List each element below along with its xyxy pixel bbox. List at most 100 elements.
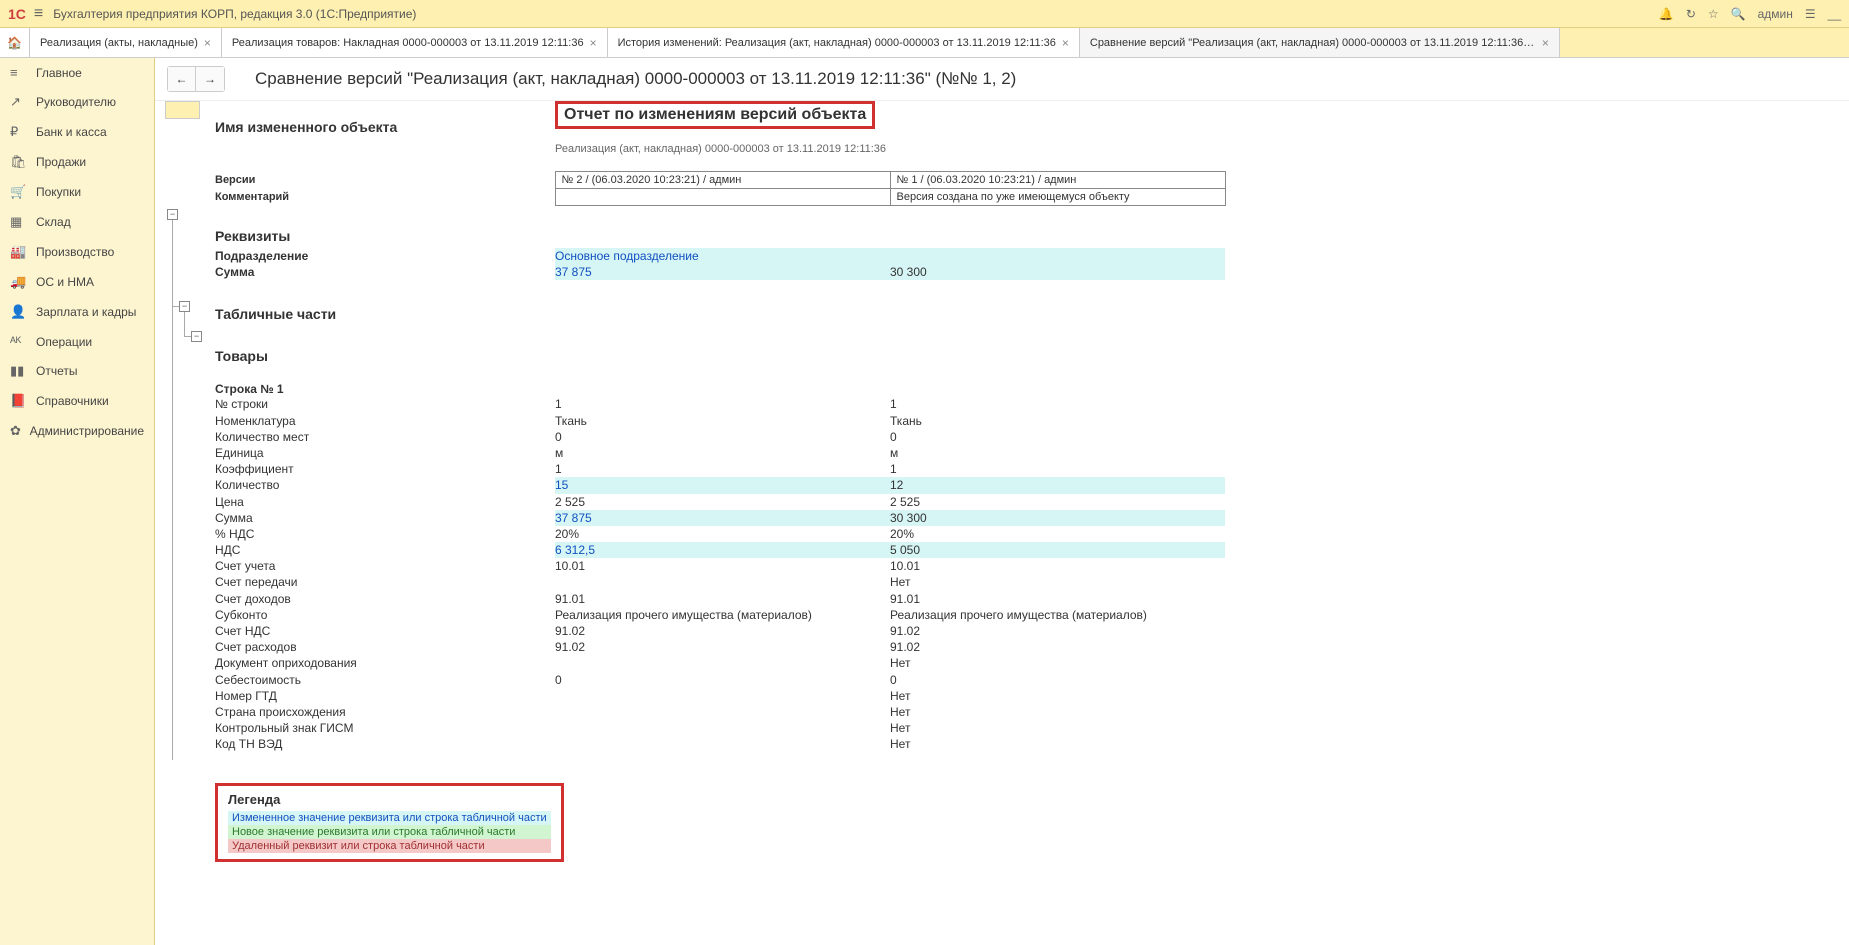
sidebar-item[interactable]: ₽Банк и касса: [0, 117, 154, 147]
row-label: НДС: [215, 542, 555, 558]
close-icon[interactable]: ×: [590, 36, 597, 50]
sidebar-item-label: Операции: [36, 335, 92, 349]
row-label: Единица: [215, 445, 555, 461]
row-value-v2: 1: [555, 461, 890, 477]
row-label: % НДС: [215, 526, 555, 542]
row-value-v1: 30 300: [890, 510, 1225, 526]
tab-parts-label: Табличные части: [215, 306, 1849, 322]
row-value-v2: 91.02: [555, 623, 890, 639]
tab-label: Сравнение версий "Реализация (акт, накла…: [1090, 37, 1536, 49]
data-row: НоменклатураТканьТкань: [215, 413, 1849, 429]
row-label: Количество: [215, 477, 555, 493]
close-icon[interactable]: ×: [204, 36, 211, 50]
data-row: Себестоимость00: [215, 672, 1849, 688]
sidebar-item[interactable]: 📕 Справочники: [0, 386, 154, 416]
row-label: Страна происхождения: [215, 704, 555, 720]
row-value-v2: 2 525: [555, 494, 890, 510]
tree-toggle-icon[interactable]: −: [191, 331, 202, 342]
sidebar-item-label: Банк и касса: [36, 125, 107, 139]
search-icon[interactable]: 🔍: [1731, 7, 1746, 21]
row-label: Подразделение: [215, 248, 555, 264]
bell-icon[interactable]: 🔔: [1659, 7, 1674, 21]
minimize-icon[interactable]: __: [1828, 7, 1841, 21]
sidebar-item[interactable]: 🛍Продажи: [0, 147, 154, 177]
history-icon[interactable]: ↻: [1686, 7, 1696, 21]
row-label: Коэффициент: [215, 461, 555, 477]
sidebar-icon: 🏭: [10, 244, 28, 260]
tab-3[interactable]: История изменений: Реализация (акт, накл…: [608, 28, 1080, 57]
sidebar-item[interactable]: 🛒Покупки: [0, 177, 154, 207]
row-value-v1: 0: [890, 672, 1225, 688]
data-row: Цена2 5252 525: [215, 494, 1849, 510]
star-icon[interactable]: ☆: [1708, 7, 1719, 21]
tree-toggle-icon[interactable]: −: [167, 209, 178, 220]
tree-toggle-icon[interactable]: −: [179, 301, 190, 312]
data-row: Счет расходов91.0291.02: [215, 639, 1849, 655]
data-row: № строки11: [215, 396, 1849, 412]
row-label: Цена: [215, 494, 555, 510]
sidebar-item[interactable]: ↗Руководителю: [0, 87, 154, 117]
row-value-v1: 10.01: [890, 558, 1225, 574]
menu-icon[interactable]: ≡: [34, 5, 43, 23]
row-value-v2: 15: [555, 477, 890, 493]
row-label: № строки: [215, 396, 555, 412]
row-value-v2: [555, 704, 890, 720]
data-row: Сумма37 87530 300: [215, 510, 1849, 526]
tree-line: [184, 336, 191, 337]
sidebar-item[interactable]: 🏭Производство: [0, 237, 154, 267]
row-label: Счет расходов: [215, 639, 555, 655]
sidebar-item[interactable]: ✿Администрирование: [0, 416, 154, 446]
tree-gutter: − − −: [165, 101, 215, 925]
row-value-v1: Ткань: [890, 413, 1225, 429]
close-icon[interactable]: ×: [1062, 36, 1069, 50]
tab-2[interactable]: Реализация товаров: Накладная 0000-00000…: [222, 28, 608, 57]
row-value-v1: Нет: [890, 655, 1225, 671]
row-value-v1: 1: [890, 396, 1225, 412]
user-label[interactable]: админ: [1758, 7, 1793, 21]
version-comment: [555, 189, 890, 206]
drawer-icon[interactable]: ☰: [1805, 7, 1816, 21]
legend-title: Легенда: [228, 792, 551, 807]
data-row: НДС6 312,55 050: [215, 542, 1849, 558]
home-button[interactable]: 🏠: [0, 28, 30, 57]
sidebar-item[interactable]: ≡Главное: [0, 58, 154, 87]
row-label: Количество мест: [215, 429, 555, 445]
data-row: Страна происхожденияНет: [215, 704, 1849, 720]
row-value-v1: Нет: [890, 574, 1225, 590]
sidebar-item[interactable]: 👤Зарплата и кадры: [0, 297, 154, 327]
back-button[interactable]: ←: [168, 67, 196, 91]
row-value-v2: [555, 574, 890, 590]
row-value-v1: 91.02: [890, 639, 1225, 655]
sidebar-item-label: Справочники: [36, 394, 109, 408]
close-icon[interactable]: ×: [1542, 36, 1549, 50]
row-value-v1: Реализация прочего имущества (материалов…: [890, 607, 1225, 623]
row-value-v2: 91.02: [555, 639, 890, 655]
data-row: Счет НДС91.0291.02: [215, 623, 1849, 639]
row-value-v2: [555, 736, 890, 752]
row-value-v2: Основное подразделение: [555, 248, 890, 264]
sidebar-item[interactable]: ▮▮Отчеты: [0, 356, 154, 386]
versions-table: Версии № 2 / (06.03.2020 10:23:21) / адм…: [215, 171, 1226, 206]
forward-button[interactable]: →: [196, 67, 224, 91]
versions-label: Версии: [215, 172, 555, 189]
sidebar-icon: 👤: [10, 304, 28, 320]
sidebar-item[interactable]: ᴬᴷОперации: [0, 327, 154, 356]
sidebar-icon: 📕: [10, 393, 28, 409]
object-name-label: Имя измененного объекта: [215, 119, 555, 135]
row-value-v2: Ткань: [555, 413, 890, 429]
tab-1[interactable]: Реализация (акты, накладные) ×: [30, 28, 222, 57]
tab-4-active[interactable]: Сравнение версий "Реализация (акт, накла…: [1080, 28, 1560, 57]
titlebar: 1C ≡ Бухгалтерия предприятия КОРП, редак…: [0, 0, 1849, 28]
row-label: Документ оприходования: [215, 655, 555, 671]
row-value-v2: [555, 688, 890, 704]
row-value-v2: 10.01: [555, 558, 890, 574]
goods-label: Товары: [215, 348, 1849, 364]
sidebar-item[interactable]: ▦Склад: [0, 207, 154, 237]
row-value-v2: 37 875: [555, 510, 890, 526]
object-name: Реализация (акт, накладная) 0000-000003 …: [555, 143, 1849, 155]
row-value-v1: Нет: [890, 736, 1225, 752]
sidebar-item[interactable]: 🚚ОС и НМА: [0, 267, 154, 297]
data-row: Код ТН ВЭДНет: [215, 736, 1849, 752]
row-label: Номер ГТД: [215, 688, 555, 704]
row-value-v2: м: [555, 445, 890, 461]
